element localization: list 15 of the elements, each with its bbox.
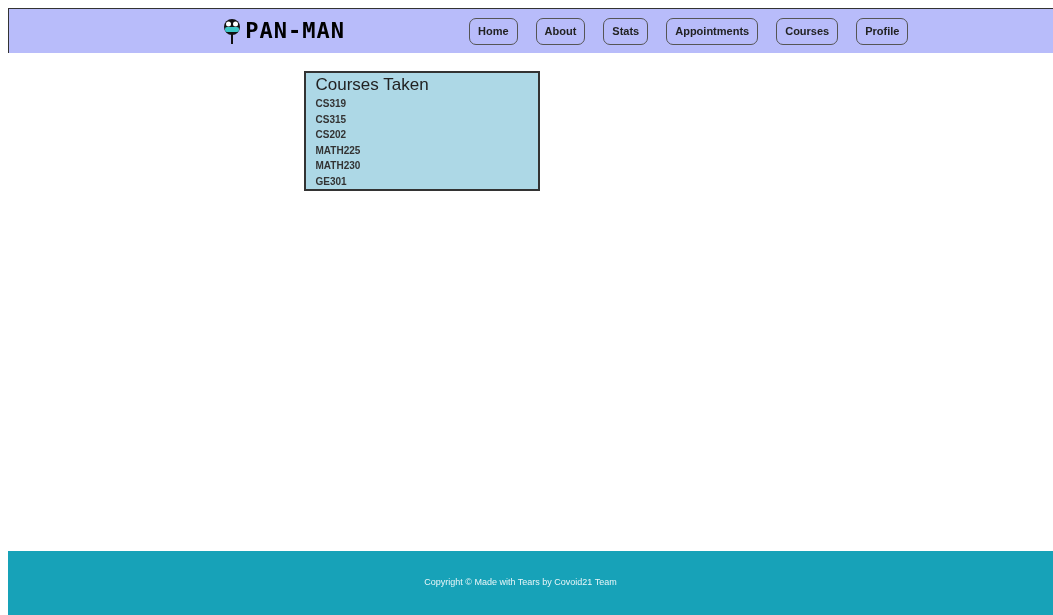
nav-button[interactable]: Courses	[776, 17, 839, 45]
logo-text[interactable]: PAN-MAN	[245, 20, 345, 42]
nav-button[interactable]: Appointments	[666, 17, 759, 45]
nav-button[interactable]: Home	[469, 17, 518, 45]
course-code: CS319	[315, 97, 347, 111]
card-title: Courses Taken	[315, 74, 429, 96]
course-code: CS315	[315, 112, 347, 127]
nav-button[interactable]: About	[535, 17, 586, 45]
course-code: GE301	[315, 174, 347, 189]
course-code: CS202	[315, 128, 347, 142]
copyright-text: Copyright © Made with Tears by Covoid21 Team	[424, 576, 617, 590]
nav-button[interactable]: Profile	[856, 17, 909, 45]
course-code: MATH230	[315, 159, 361, 173]
nav-button[interactable]: Stats	[603, 17, 649, 45]
course-code: MATH225	[315, 143, 361, 158]
